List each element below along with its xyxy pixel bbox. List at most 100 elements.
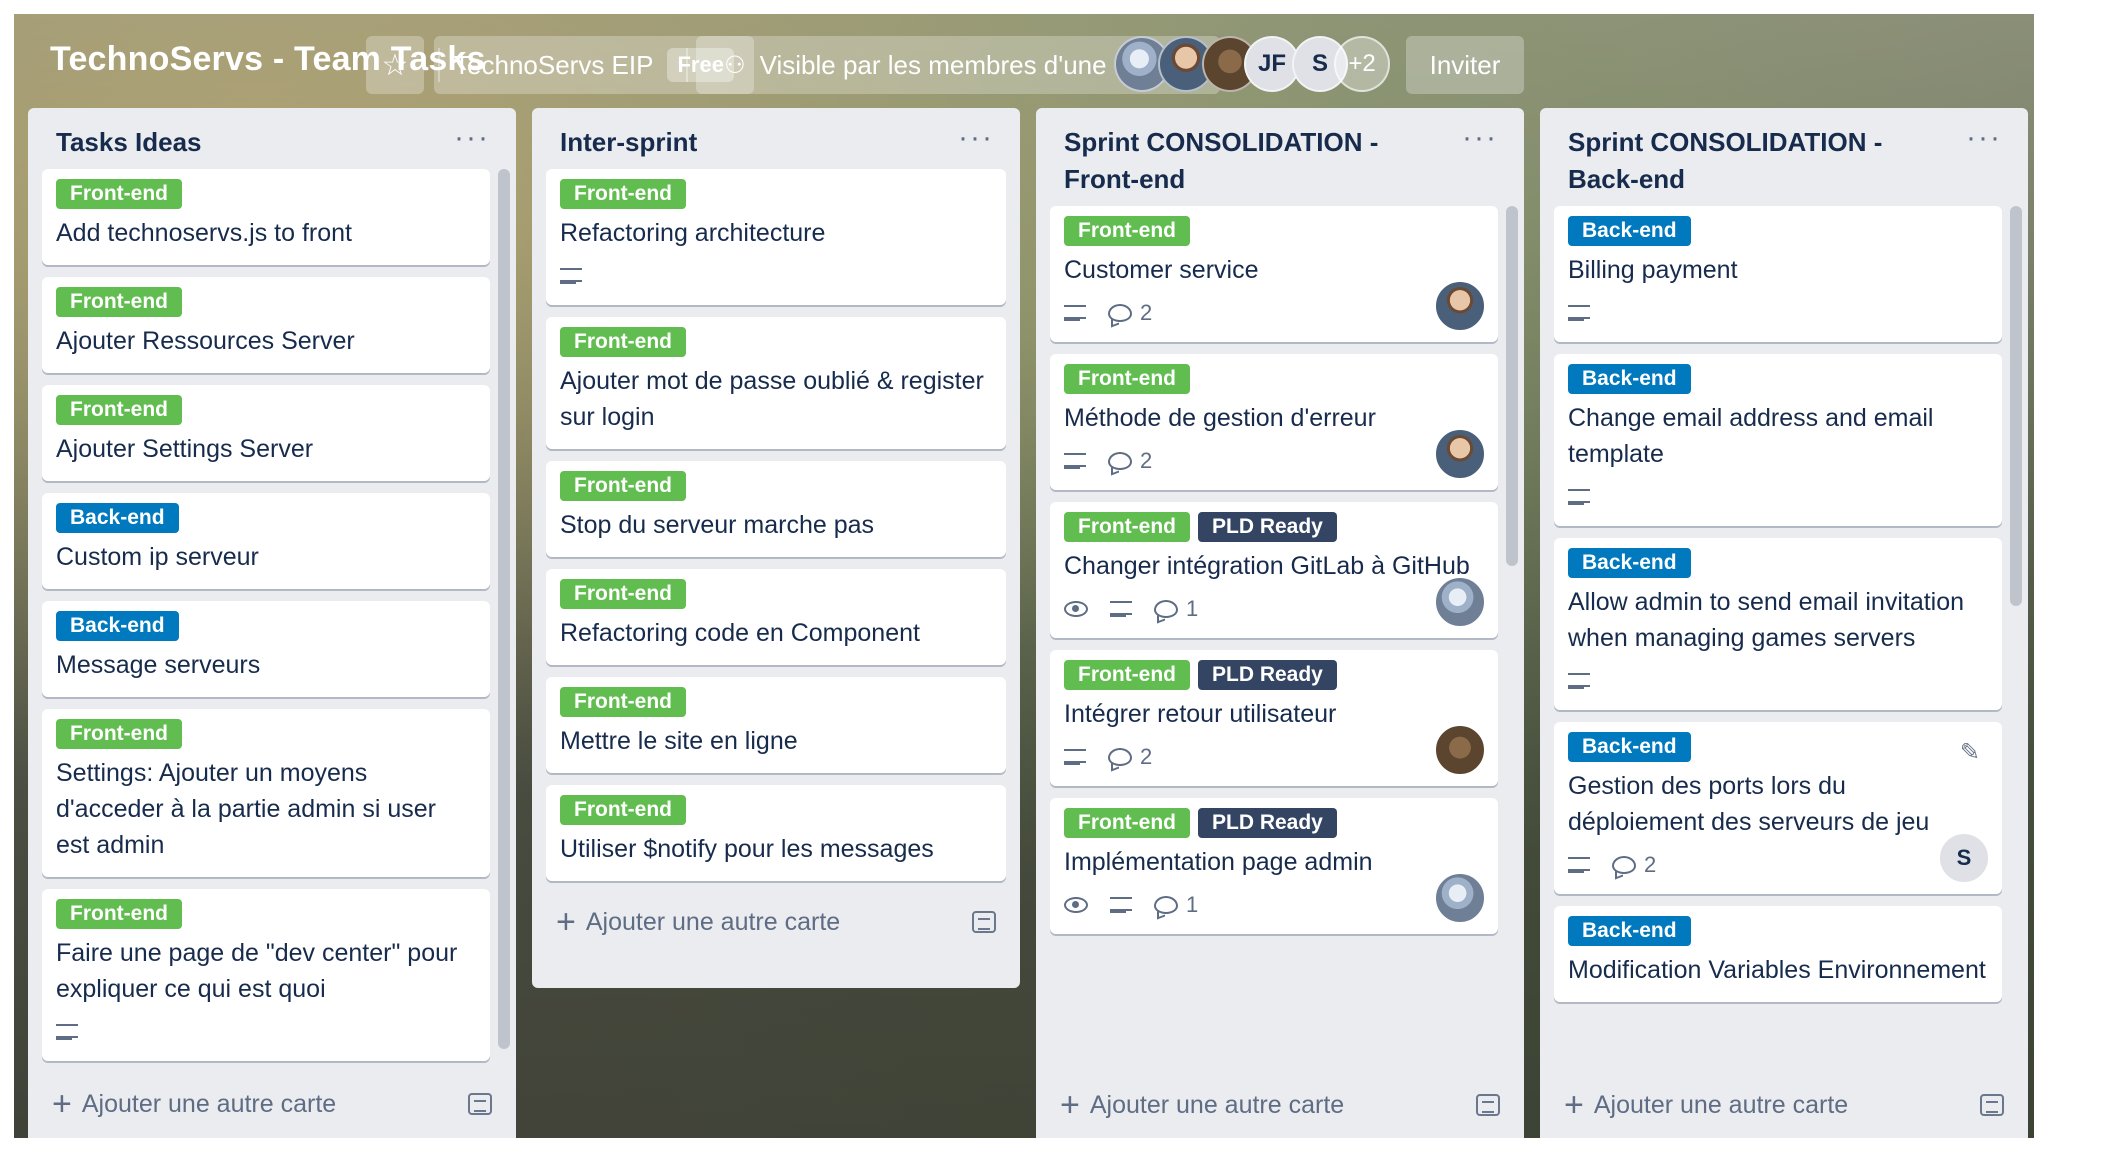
card[interactable]: Front-end Refactoring architecture [546, 169, 1006, 305]
add-card-button[interactable]: + Ajouter une autre carte [28, 1075, 516, 1133]
list-title[interactable]: Sprint CONSOLIDATION - Back-end [1568, 124, 1938, 198]
label-back-end[interactable]: Back-end [56, 611, 179, 641]
add-card-button[interactable]: + Ajouter une autre carte [532, 893, 1020, 951]
card[interactable]: Back-end Billing payment [1554, 206, 2002, 342]
card[interactable]: Front-end Faire une page de "dev center"… [42, 889, 490, 1061]
list-menu-icon[interactable]: ··· [958, 123, 994, 153]
card[interactable]: Front-end Ajouter Settings Server [42, 385, 490, 481]
card[interactable]: Front-end Customer service 2 [1050, 206, 1498, 342]
card-member-avatar[interactable] [1434, 576, 1486, 628]
label-back-end[interactable]: Back-end [1568, 732, 1691, 762]
scrollbar[interactable] [1506, 206, 1518, 566]
scrollbar[interactable] [498, 169, 510, 1049]
card-template-icon[interactable] [468, 1093, 492, 1115]
label-front-end[interactable]: Front-end [56, 719, 182, 749]
label-front-end[interactable]: Front-end [560, 327, 686, 357]
list-menu-icon[interactable]: ··· [1462, 123, 1498, 153]
label-front-end[interactable]: Front-end [56, 899, 182, 929]
list-title[interactable]: Sprint CONSOLIDATION - Front-end [1064, 124, 1434, 198]
card-title: Add technoservs.js to front [56, 219, 352, 247]
comments-badge: 2 [1108, 448, 1152, 474]
eye-icon [1064, 897, 1088, 913]
card-member-avatar[interactable] [1434, 428, 1486, 480]
comment-icon [1154, 896, 1178, 914]
card[interactable]: Front-end Mettre le site en ligne [546, 677, 1006, 773]
card[interactable]: Front-end Utiliser $notify pour les mess… [546, 785, 1006, 881]
card[interactable]: Front-end Ajouter Ressources Server [42, 277, 490, 373]
label-front-end[interactable]: Front-end [560, 687, 686, 717]
card-template-icon[interactable] [1476, 1094, 1500, 1116]
card-title: Refactoring code en Component [560, 619, 920, 647]
label-pld-ready[interactable]: PLD Ready [1197, 512, 1337, 542]
card[interactable]: Front-end Méthode de gestion d'erreur 2 [1050, 354, 1498, 490]
list-title[interactable]: Inter-sprint [560, 124, 930, 161]
list-menu-icon[interactable]: ··· [1966, 123, 2002, 153]
description-icon [560, 268, 582, 284]
label-front-end[interactable]: Front-end [560, 471, 686, 501]
comment-icon [1154, 600, 1178, 618]
label-pld-ready[interactable]: PLD Ready [1197, 808, 1337, 838]
list-menu-icon[interactable]: ··· [454, 123, 490, 153]
card[interactable]: Back-end Modification Variables Environn… [1554, 906, 2002, 1002]
card-title: Méthode de gestion d'erreur [1064, 404, 1376, 432]
card[interactable]: Front-end PLD Ready Changer intégration … [1050, 502, 1498, 638]
card-title: Ajouter Ressources Server [56, 327, 355, 355]
label-front-end[interactable]: Front-end [1064, 216, 1190, 246]
description-badge [1064, 453, 1086, 469]
label-pld-ready[interactable]: PLD Ready [1197, 660, 1337, 690]
card-title: Ajouter Settings Server [56, 435, 314, 463]
card-template-icon[interactable] [1980, 1094, 2004, 1116]
scrollbar[interactable] [2010, 206, 2022, 606]
team-name: TechnoServs EIP [454, 49, 654, 80]
card[interactable]: Front-end Settings: Ajouter un moyens d'… [42, 709, 490, 877]
card-template-icon[interactable] [972, 911, 996, 933]
list-title[interactable]: Tasks Ideas [56, 124, 426, 161]
card-title: Customer service [1064, 256, 1259, 284]
comment-icon [1108, 304, 1132, 322]
label-front-end[interactable]: Front-end [1064, 364, 1190, 394]
label-front-end[interactable]: Front-end [560, 179, 686, 209]
invite-button[interactable]: Inviter [1406, 36, 1524, 94]
card[interactable]: Front-end Add technoservs.js to front [42, 169, 490, 265]
card-member-avatar[interactable]: S [1938, 832, 1990, 884]
label-back-end[interactable]: Back-end [1568, 916, 1691, 946]
card[interactable]: Back-end Change email address and email … [1554, 354, 2002, 526]
label-front-end[interactable]: Front-end [56, 287, 182, 317]
add-card-button[interactable]: + Ajouter une autre carte [1036, 1076, 1524, 1134]
list-sprint-back-end: Sprint CONSOLIDATION - Back-end ··· Back… [1540, 108, 2028, 1138]
label-back-end[interactable]: Back-end [56, 503, 179, 533]
comment-icon [1612, 856, 1636, 874]
card[interactable]: Front-end Ajouter mot de passe oublié & … [546, 317, 1006, 449]
label-back-end[interactable]: Back-end [1568, 364, 1691, 394]
label-front-end[interactable]: Front-end [560, 795, 686, 825]
card[interactable]: Back-end Custom ip serveur [42, 493, 490, 589]
more-members[interactable]: +2 [1334, 36, 1390, 92]
label-front-end[interactable]: Front-end [560, 579, 686, 609]
label-front-end[interactable]: Front-end [1064, 660, 1190, 690]
card[interactable]: Back-end Message serveurs [42, 601, 490, 697]
card-member-avatar[interactable] [1434, 724, 1486, 776]
card[interactable]: Front-end Refactoring code en Component [546, 569, 1006, 665]
list-cards: Front-end Customer service 2 Front-end M… [1036, 206, 1524, 1076]
label-front-end[interactable]: Front-end [56, 395, 182, 425]
label-back-end[interactable]: Back-end [1568, 548, 1691, 578]
card[interactable]: Back-end ✎ Gestion des ports lors du dép… [1554, 722, 2002, 894]
add-card-button[interactable]: + Ajouter une autre carte [1540, 1076, 2028, 1134]
star-button[interactable]: ☆ [366, 36, 424, 94]
card-member-avatar[interactable] [1434, 280, 1486, 332]
plus-icon: + [1564, 1086, 1584, 1124]
list-sprint-front-end: Sprint CONSOLIDATION - Front-end ··· Fro… [1036, 108, 1524, 1138]
label-front-end[interactable]: Front-end [1064, 808, 1190, 838]
label-front-end[interactable]: Front-end [1064, 512, 1190, 542]
card[interactable]: Front-end Stop du serveur marche pas [546, 461, 1006, 557]
card-title: Utiliser $notify pour les messages [560, 835, 934, 863]
card-member-avatar[interactable] [1434, 872, 1486, 924]
label-back-end[interactable]: Back-end [1568, 216, 1691, 246]
card[interactable]: Front-end PLD Ready Intégrer retour util… [1050, 650, 1498, 786]
card[interactable]: Back-end Allow admin to send email invit… [1554, 538, 2002, 710]
watch-badge [1064, 897, 1088, 913]
add-card-label: Ajouter une autre carte [1089, 1090, 1345, 1119]
card[interactable]: Front-end PLD Ready Implémentation page … [1050, 798, 1498, 934]
label-front-end[interactable]: Front-end [56, 179, 182, 209]
pencil-icon[interactable]: ✎ [1960, 738, 1980, 767]
